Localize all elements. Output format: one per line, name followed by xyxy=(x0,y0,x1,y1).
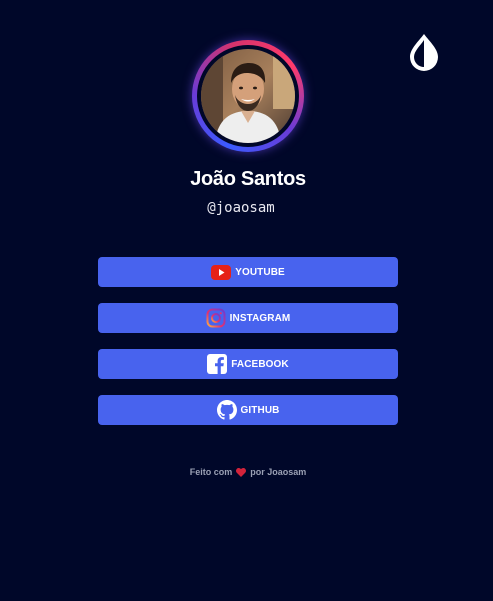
footer-suffix: por Joaosam xyxy=(250,467,307,477)
water-drop-icon xyxy=(410,34,438,71)
github-link-label: GITHUB xyxy=(240,404,280,416)
footer: Feito com por Joaosam xyxy=(0,467,493,477)
facebook-link-button[interactable]: FACEBOOK xyxy=(98,349,398,379)
avatar-photo xyxy=(201,49,295,143)
youtube-icon xyxy=(211,264,232,280)
github-icon xyxy=(216,400,237,420)
linktree-page: João Santos @joaosam YOUTUBE INSTAGRAM F… xyxy=(0,0,493,601)
profile-handle: @joaosam xyxy=(207,200,275,216)
link-list: YOUTUBE INSTAGRAM FACEBOOK GITHUB xyxy=(98,257,398,441)
footer-prefix: Feito com xyxy=(189,467,233,477)
instagram-icon xyxy=(206,308,226,328)
profile-name: João Santos xyxy=(190,168,306,190)
github-link-button[interactable]: GITHUB xyxy=(98,395,398,425)
facebook-link-label: FACEBOOK xyxy=(231,358,289,370)
instagram-link-button[interactable]: INSTAGRAM xyxy=(98,303,398,333)
instagram-link-label: INSTAGRAM xyxy=(229,312,291,324)
youtube-link-button[interactable]: YOUTUBE xyxy=(98,257,398,287)
avatar xyxy=(192,40,304,152)
youtube-link-label: YOUTUBE xyxy=(235,266,285,278)
heart-icon xyxy=(236,467,247,477)
theme-toggle-button[interactable] xyxy=(406,31,442,73)
facebook-icon xyxy=(207,354,228,374)
